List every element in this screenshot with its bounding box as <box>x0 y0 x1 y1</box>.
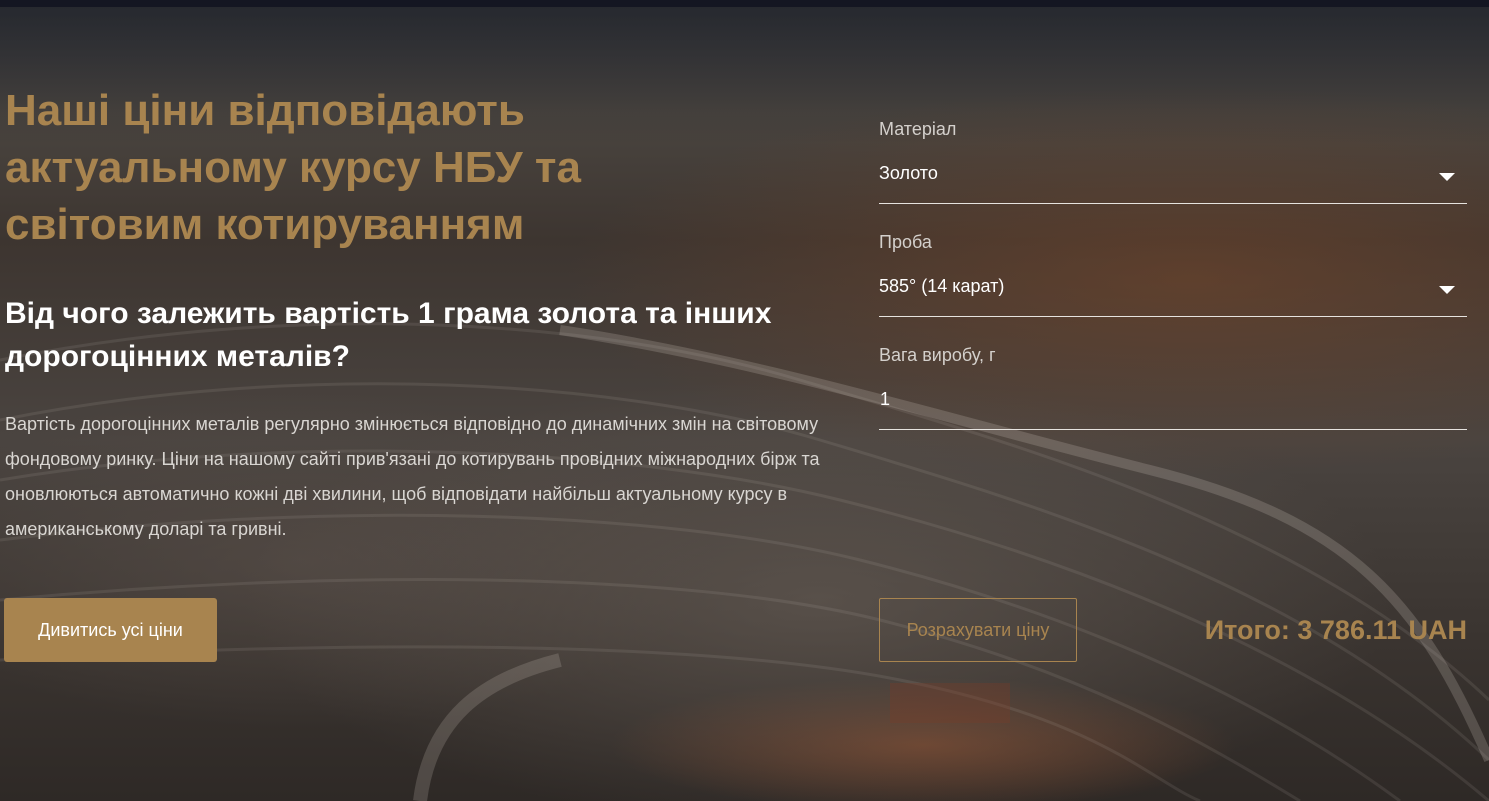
chevron-down-icon <box>1439 286 1455 294</box>
total-price: Итого: 3 786.11 UAH <box>1204 615 1467 645</box>
price-calculator-form: Матеріал Золото Проба 585° (14 карат) Ва… <box>879 114 1467 453</box>
material-select[interactable]: Золото <box>879 144 1467 204</box>
weight-input[interactable]: 1 <box>879 370 1467 430</box>
probe-label: Проба <box>879 232 932 252</box>
material-selected-value: Золото <box>879 163 938 183</box>
chevron-down-icon <box>1439 173 1455 181</box>
view-all-prices-button[interactable]: Дивитись усі ціни <box>4 598 217 662</box>
description-text: Вартість дорогоцінних металів регулярно … <box>5 414 820 539</box>
probe-selected-value: 585° (14 карат) <box>879 276 1005 296</box>
top-bar <box>0 0 1489 7</box>
page-title: Наші ціни відповідають актуальному курсу… <box>5 86 581 249</box>
weight-label: Вага виробу, г <box>879 345 996 365</box>
material-label: Матеріал <box>879 119 957 139</box>
calculate-price-button[interactable]: Розрахувати ціну <box>879 598 1077 662</box>
section-subtitle: Від чого залежить вартість 1 грама золот… <box>5 297 772 373</box>
hero-content: Наші ціни відповідають актуальному курсу… <box>5 82 845 547</box>
weight-input-value: 1 <box>880 389 891 409</box>
probe-select[interactable]: 585° (14 карат) <box>879 257 1467 317</box>
